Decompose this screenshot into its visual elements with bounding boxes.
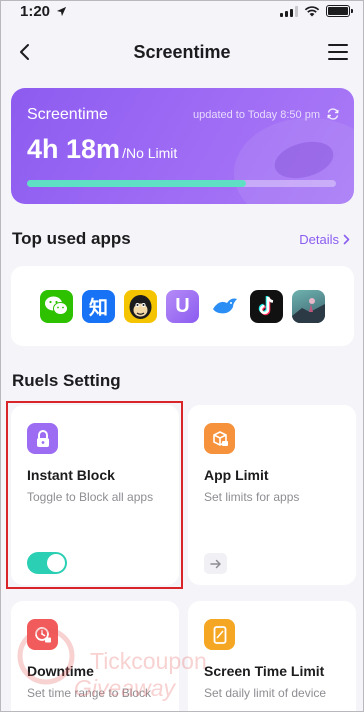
refresh-icon[interactable] [326,107,340,121]
highlight-outline [6,401,183,589]
wifi-icon [304,6,320,17]
usage-time: 4h 18m [27,134,121,164]
screen-time-limit-desc: Set daily limit of device [204,686,327,700]
updated-time: updated to Today 8:50 pm [192,109,320,121]
phone-icon [204,619,235,650]
screentime-card[interactable]: Screentime updated to Today 8:50 pm 4h 1… [11,88,354,204]
wechat-icon[interactable] [40,289,73,323]
status-bar: 1:20 [0,0,364,22]
monkey-app-icon[interactable] [124,289,157,323]
screentime-card-title: Screentime [27,106,108,123]
rules-heading: Ruels Setting [12,371,121,390]
top-apps-heading: Top used apps [12,229,131,248]
usage-progress-bar [27,180,336,187]
menu-icon [328,44,348,46]
app-limit-card[interactable]: App Limit Set limits for apps [188,405,356,585]
location-arrow-icon [56,6,67,16]
bird-app-icon[interactable] [208,289,241,323]
zhihu-glyph: 知 [88,296,108,319]
top-apps-list: 知 U [11,266,354,346]
usage-limit: /No Limit [122,145,178,161]
status-time: 1:20 [20,2,51,20]
u-app-glyph: U [175,294,190,317]
app-limit-desc: Set limits for apps [204,490,300,504]
details-label: Details [299,232,339,247]
nav-bar: Screentime [0,30,364,74]
tiktok-icon[interactable] [250,289,283,323]
screen-time-limit-card[interactable]: Screen Time Limit Set daily limit of dev… [188,601,356,712]
u-app-icon[interactable]: U [166,289,199,323]
battery-icon [326,5,353,17]
clock-lock-icon [27,619,58,650]
details-link[interactable]: Details [299,232,350,247]
arrow-right-icon [209,559,221,568]
cellular-signal-icon [280,5,298,17]
back-button[interactable] [18,40,40,64]
usage-progress-fill [27,180,247,187]
chevron-right-icon [343,234,350,245]
game-app-icon[interactable] [292,289,325,323]
menu-button[interactable] [328,42,348,62]
app-limit-arrow-button[interactable] [204,553,227,574]
screen-time-limit-title: Screen Time Limit [204,663,325,679]
app-limit-title: App Limit [204,467,269,483]
chevron-left-icon [20,44,29,60]
downtime-title: Downtime [27,663,94,679]
zhihu-icon[interactable]: 知 [82,289,115,323]
app-limit-icon [204,423,235,454]
page-title: Screentime [133,41,231,62]
downtime-card[interactable]: Downtime Set time range to Block [11,601,179,712]
downtime-desc: Set time range to Block [27,686,152,700]
